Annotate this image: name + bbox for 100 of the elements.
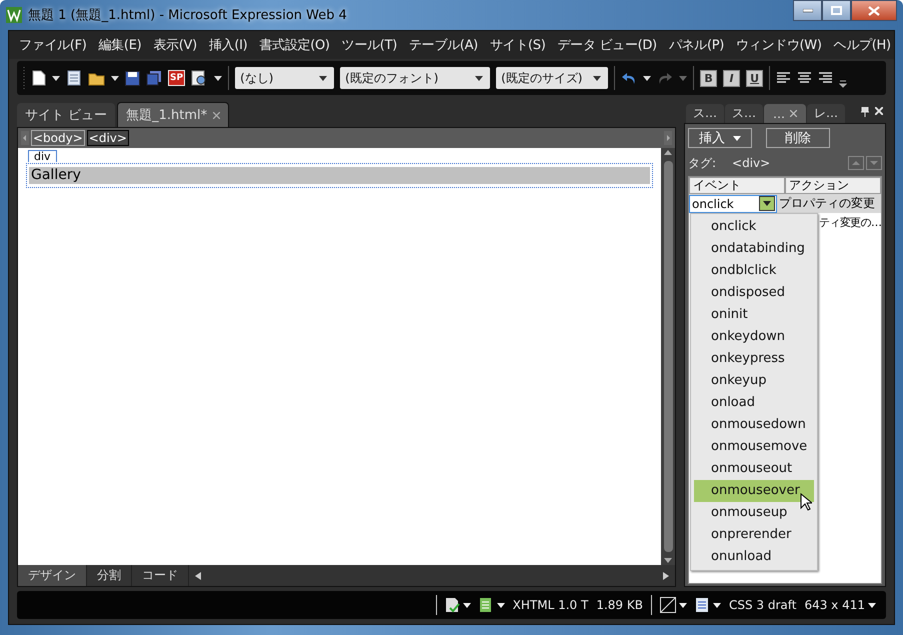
save-all-icon[interactable] <box>146 70 162 86</box>
menu-item[interactable]: ツール(T) <box>336 36 403 54</box>
event-option[interactable]: onmouseup <box>694 502 814 524</box>
panel-tab[interactable]: ス… <box>686 104 724 123</box>
app-logo-icon <box>6 7 22 23</box>
event-option[interactable]: onmousemove <box>694 436 814 458</box>
page-icon[interactable] <box>478 597 494 613</box>
column-header[interactable]: イベント <box>689 177 785 194</box>
document-icon[interactable] <box>66 70 82 86</box>
file-size-label: 1.89 KB <box>596 598 643 612</box>
size-dropdown[interactable]: (既定のサイズ) <box>496 67 608 89</box>
align-center-icon[interactable] <box>797 72 812 84</box>
style-dropdown[interactable]: (なし) <box>235 67 334 89</box>
event-option[interactable]: onmousedown <box>694 414 814 436</box>
new-page-icon[interactable] <box>32 70 46 86</box>
scrollbar-thumb[interactable] <box>664 161 672 552</box>
menu-item[interactable]: テーブル(A) <box>403 36 484 54</box>
close-icon[interactable] <box>875 107 883 115</box>
event-option[interactable]: onmouseover <box>694 480 814 502</box>
caret-icon <box>763 201 771 206</box>
menu-item[interactable]: ヘルプ(H) <box>828 36 897 54</box>
insert-button[interactable]: 挿入 <box>688 128 752 148</box>
scroll-left-icon[interactable] <box>195 572 201 580</box>
redo-icon[interactable] <box>657 70 674 86</box>
event-option[interactable]: oninit <box>694 304 814 326</box>
menu-item[interactable]: サイト(S) <box>484 36 552 54</box>
menu-item[interactable]: パネル(P) <box>662 36 730 54</box>
caret-icon <box>319 76 328 80</box>
menu-item[interactable]: 挿入(I) <box>202 36 254 54</box>
document-tab[interactable]: サイト ビュー <box>17 103 116 127</box>
menu-item[interactable]: ファイル(F) <box>13 36 93 54</box>
panel-tab[interactable]: … <box>764 104 806 123</box>
maximize-button[interactable] <box>822 0 851 21</box>
document-icon[interactable] <box>694 597 710 613</box>
caret-icon <box>475 76 484 80</box>
close-tab-icon[interactable] <box>213 112 220 118</box>
menu-item[interactable]: データ ビュー(D) <box>552 36 663 54</box>
window-title: 無題 1 (無題_1.html) - Microsoft Expression Web 4 <box>28 7 347 24</box>
format-button[interactable]: I <box>723 70 740 86</box>
event-option[interactable]: onkeypress <box>694 348 814 370</box>
minimize-icon <box>802 8 812 12</box>
caret-icon <box>733 136 741 140</box>
scroll-right-icon[interactable] <box>663 572 669 580</box>
scroll-down-icon[interactable] <box>664 558 672 563</box>
event-option[interactable]: ondblclick <box>694 260 814 282</box>
folder-icon[interactable] <box>88 70 105 86</box>
caret-icon <box>462 602 471 608</box>
event-option[interactable]: onkeydown <box>694 326 814 348</box>
action-cell-text: ティ変更の… <box>818 215 882 230</box>
menu-item[interactable]: 表示(V) <box>147 36 203 54</box>
publish-logo[interactable]: SP <box>168 70 186 86</box>
event-dropdown[interactable]: onclick <box>689 194 777 212</box>
diagonal-box-icon[interactable] <box>660 597 676 613</box>
align-left-icon[interactable] <box>776 72 792 84</box>
breadcrumb-tag[interactable]: <div> <box>86 130 129 146</box>
caret-icon <box>593 76 602 80</box>
event-option[interactable]: onkeyup <box>694 370 814 392</box>
panel-tab[interactable]: レ… <box>807 104 845 123</box>
grip-icon <box>23 67 26 89</box>
event-option[interactable]: onload <box>694 392 814 414</box>
overflow-icon[interactable] <box>839 79 848 89</box>
page-size-button[interactable]: 643 x 411 <box>804 598 876 612</box>
caret-icon <box>52 76 60 80</box>
event-option[interactable]: onmouseout <box>694 458 814 480</box>
menu-item[interactable]: 書式設定(O) <box>253 36 336 54</box>
close-tab-icon[interactable] <box>790 110 797 117</box>
page-check-icon[interactable] <box>444 597 460 613</box>
save-icon[interactable] <box>125 70 140 86</box>
menu-item[interactable]: ウィンドウ(W) <box>730 36 828 54</box>
doctype-label[interactable]: XHTML 1.0 T <box>512 598 588 612</box>
format-button[interactable]: B <box>700 70 718 86</box>
event-option[interactable]: ondisposed <box>694 282 814 304</box>
align-right-icon[interactable] <box>818 72 834 84</box>
undo-icon[interactable] <box>621 70 638 86</box>
event-option[interactable]: onprerender <box>694 524 814 546</box>
event-option[interactable]: ondatabinding <box>694 238 814 260</box>
font-dropdown[interactable]: (既定のフォント) <box>340 67 490 89</box>
mouse-cursor-icon <box>800 493 812 511</box>
document-tab[interactable]: 無題_1.html* <box>117 102 230 127</box>
caret-icon <box>643 76 652 80</box>
scroll-up-icon[interactable] <box>664 150 672 155</box>
delete-button[interactable]: 削除 <box>766 128 830 148</box>
preview-icon[interactable] <box>191 70 208 86</box>
event-option[interactable]: onunload <box>694 546 814 568</box>
caret-icon <box>111 76 119 80</box>
pin-icon[interactable] <box>861 107 869 117</box>
event-option[interactable]: onclick <box>694 216 814 238</box>
close-button[interactable] <box>851 0 897 21</box>
css-schema-label[interactable]: CSS 3 draft <box>728 598 796 612</box>
element-tag-label: div <box>28 150 57 162</box>
breadcrumb-tag[interactable]: <body> <box>31 130 85 146</box>
tag-value: <div> <box>732 156 770 170</box>
caret-icon <box>712 602 721 608</box>
minimize-button[interactable] <box>793 0 822 21</box>
close-icon <box>868 6 880 16</box>
column-header[interactable]: アクション <box>785 177 881 194</box>
panel-tab[interactable]: ス… <box>725 104 763 123</box>
menu-item[interactable]: 編集(E) <box>92 36 148 54</box>
format-button[interactable]: U <box>746 70 764 86</box>
view-tab[interactable]: デザイン <box>18 565 87 586</box>
